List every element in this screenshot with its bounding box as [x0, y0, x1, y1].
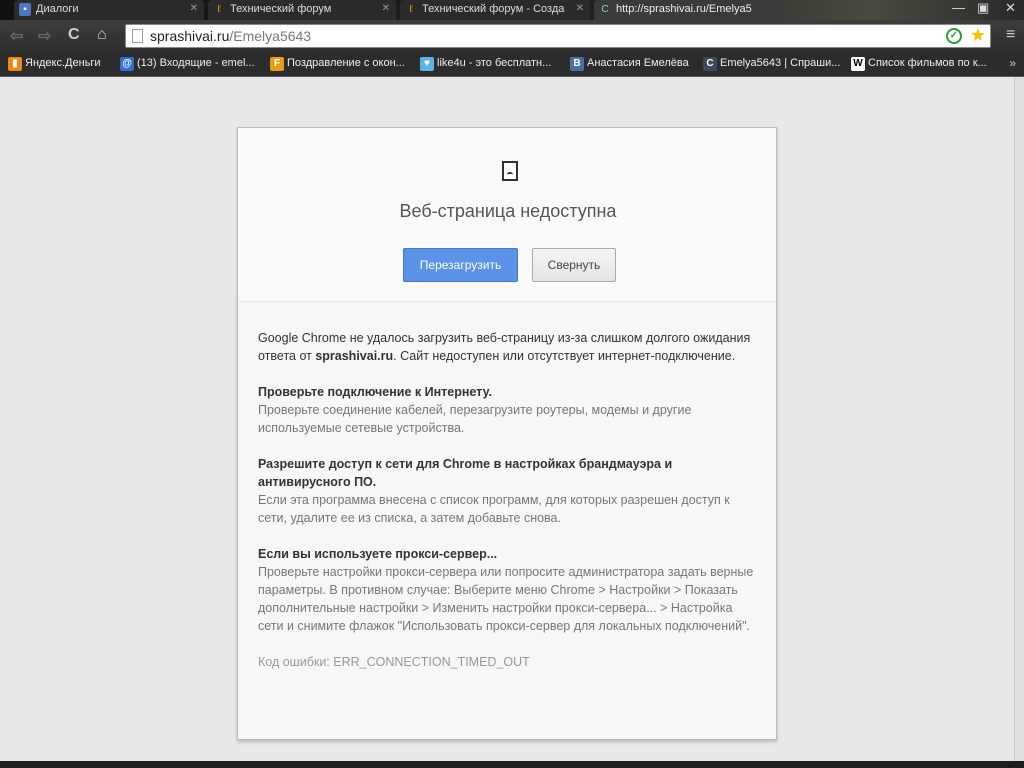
summary-host: sprashivai.ru [315, 349, 394, 363]
tab-title: http://sprashivai.ru/Emelya5 [616, 3, 752, 15]
window-bottom-border [0, 761, 1024, 768]
section-text: Проверьте настройки прокси-сервера или п… [258, 565, 754, 633]
bookmark-item[interactable]: @ (13) Входящие - emel... [120, 57, 255, 71]
forum-icon: ℓ [409, 4, 413, 15]
tab-sprashivai[interactable]: Chttp://sprashivai.ru/Emelya5 [594, 0, 784, 20]
bookmark-label: Emelya5643 | Спраши... [720, 57, 841, 69]
bookmark-label: Поздравление с окон... [287, 57, 405, 69]
bookmark-item[interactable]: W Список фильмов по к... [851, 57, 987, 71]
tab-title: Технический форум [230, 3, 332, 15]
yandex-money-icon: ▮ [8, 57, 22, 71]
error-code: Код ошибки: ERR_CONNECTION_TIMED_OUT [258, 655, 530, 669]
bookmark-item[interactable]: F Поздравление с окон... [270, 57, 405, 71]
address-bar[interactable]: sprashivai.ru/Emelya5643 ✓ ★ [125, 24, 991, 48]
page-icon [132, 29, 143, 43]
sad-page-icon [502, 161, 518, 181]
bookmark-label: like4u - это бесплатн... [437, 57, 552, 69]
section-text: Если эта программа внесена с список прог… [258, 493, 730, 525]
error-summary: Google Chrome не удалось загрузить веб-с… [258, 329, 756, 365]
bookmark-item[interactable]: C Emelya5643 | Спраши... [703, 57, 841, 71]
bookmark-label: (13) Входящие - emel... [137, 57, 255, 69]
tab-dialogs[interactable]: ▪ Диалоги ✕ [14, 0, 204, 20]
tab-strip: ▪ Диалоги ✕ ℓ Технический форум ✕ ℓ Техническ… [0, 0, 1024, 20]
error-title: Веб-страница недоступна [399, 201, 617, 221]
tab-title: Технический форум - Созда [422, 3, 565, 15]
bookmark-star-icon[interactable]: ★ [970, 25, 986, 46]
bookmark-item[interactable]: ▮ Яндекс.Деньги [8, 57, 101, 71]
sprashivai-icon: C [601, 4, 609, 15]
maximize-icon[interactable]: ▣ [977, 0, 989, 16]
home-icon[interactable]: ⌂ [97, 26, 107, 44]
close-icon[interactable]: ✕ [382, 3, 390, 14]
back-icon[interactable]: ⇦ [10, 26, 23, 46]
bookmark-label: Анастасия Емелёва [587, 57, 689, 69]
forward-icon[interactable]: ⇨ [38, 26, 51, 46]
section-heading: Если вы используете прокси-сервер... [258, 547, 498, 561]
url-host: sprashivai.ru [150, 28, 230, 44]
toolbar: ⇦ ⇨ C ⌂ sprashivai.ru/Emelya5643 ✓ ★ ≡ [0, 20, 1024, 52]
tab-forum[interactable]: ℓ Технический форум ✕ [208, 0, 396, 20]
forum-icon: ℓ [217, 4, 221, 15]
bookmark-label: Список фильмов по к... [868, 57, 987, 69]
error-card: Веб-страница недоступна Перезагрузить Св… [237, 127, 777, 740]
check-icon[interactable]: ✓ [946, 28, 962, 44]
heart-icon: ♥ [420, 57, 434, 71]
reload-icon[interactable]: C [68, 26, 80, 44]
summary-text: . Сайт недоступен или отсутствует интерн… [393, 349, 736, 363]
error-details: Google Chrome не удалось загрузить веб-с… [238, 302, 776, 671]
wikipedia-icon: W [851, 57, 865, 71]
bookmark-item[interactable]: B Анастасия Емелёва [570, 57, 689, 71]
close-window-icon[interactable]: ✕ [1005, 0, 1016, 16]
minimize-icon[interactable]: — [952, 0, 965, 15]
hide-details-button[interactable]: Свернуть [532, 248, 616, 282]
url-path: /Emelya5643 [229, 28, 312, 44]
reload-button[interactable]: Перезагрузить [403, 248, 518, 282]
dialog-icon: ▪ [19, 3, 31, 16]
bookmarks-bar: ▮ Яндекс.Деньги @ (13) Входящие - emel... F П… [0, 52, 1024, 77]
close-icon[interactable]: ✕ [190, 3, 198, 14]
bookmark-item[interactable]: ♥ like4u - это бесплатн... [420, 57, 552, 71]
tab-title: Диалоги [36, 3, 79, 15]
close-icon[interactable]: ✕ [576, 3, 584, 14]
scrollbar[interactable] [1014, 77, 1024, 761]
mail-icon: @ [120, 57, 134, 71]
menu-icon[interactable]: ≡ [1006, 26, 1018, 44]
section-text: Проверьте соединение кабелей, перезагруз… [258, 403, 692, 435]
tab-forum-create[interactable]: ℓ Технический форум - Созда ✕ [400, 0, 590, 20]
sprashivai-icon: C [703, 57, 717, 71]
section-heading: Разрешите доступ к сети для Chrome в нас… [258, 457, 673, 489]
for-icon: F [270, 57, 284, 71]
bookmark-label: Яндекс.Деньги [25, 57, 101, 69]
page-content: Веб-страница недоступна Перезагрузить Св… [0, 77, 1014, 761]
vk-icon: B [570, 57, 584, 71]
section-heading: Проверьте подключение к Интернету. [258, 385, 492, 399]
more-bookmarks-icon[interactable]: » [1009, 56, 1016, 70]
